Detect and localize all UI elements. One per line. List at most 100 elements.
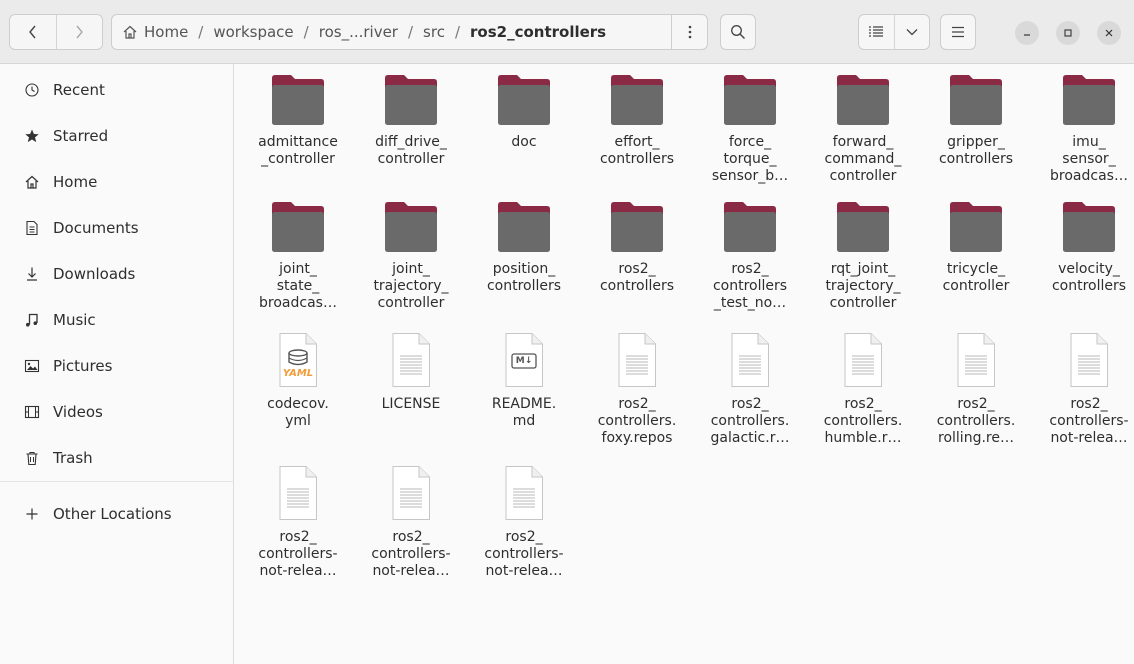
file-name: LICENSE [381,396,441,412]
sidebar-item-label: Pictures [53,357,113,375]
file-item[interactable]: ros2_ controllers- not-relea… [242,465,354,580]
folder-item[interactable]: tricycle_ controller [920,201,1032,295]
sidebar-item-label: Documents [53,219,139,237]
list-view-button[interactable] [859,15,894,49]
back-button[interactable] [10,15,56,49]
sidebar-item-recent[interactable]: Recent [0,70,234,110]
file-icon [844,333,882,387]
breadcrumb-workspace[interactable]: workspace [213,23,293,41]
file-name: joint_ state_ broadcas… [259,261,337,311]
close-icon [1105,29,1113,37]
file-name: effort_ controllers [599,134,675,167]
trash-icon [24,450,40,466]
file-icon [279,466,317,520]
main-menu-button[interactable] [940,14,976,50]
list-view-icon [869,26,884,37]
folder-item[interactable]: forward_ command_ controller [807,74,919,185]
sidebar-item-label: Downloads [53,265,136,283]
file-icon [731,333,769,387]
file-icon [279,333,317,387]
file-name: ros2_ controllers. humble.r… [823,396,903,446]
breadcrumb-home[interactable]: Home [144,23,188,41]
folder-item[interactable]: joint_ trajectory_ controller [355,201,467,312]
file-type-badge: M↓ [515,356,533,366]
file-name: force_ torque_ sensor_b… [711,134,789,184]
folder-icon [950,202,1002,252]
file-item[interactable]: ros2_ controllers. foxy.repos [581,332,693,447]
file-item[interactable]: YAML codecov. yml [242,332,354,430]
sidebar-item-videos[interactable]: Videos [0,392,234,432]
search-icon [731,25,745,39]
sidebar-item-downloads[interactable]: Downloads [0,254,234,294]
folder-icon [498,202,550,252]
folder-item[interactable]: rqt_joint_ trajectory_ controller [807,201,919,312]
home-icon [24,174,40,190]
file-item[interactable]: ros2_ controllers- not-relea… [1033,332,1134,447]
file-item[interactable]: ros2_ controllers- not-relea… [355,465,467,580]
file-icon [505,466,543,520]
file-name: ros2_ controllers. rolling.re… [936,396,1016,446]
path-menu-button[interactable] [672,14,708,50]
file-type-badge: YAML [282,368,314,379]
folder-item[interactable]: joint_ state_ broadcas… [242,201,354,312]
breadcrumb-current[interactable]: ros2_controllers [470,23,606,41]
folder-item[interactable]: imu_ sensor_ broadcas… [1033,74,1134,185]
folder-item[interactable]: admittance _controller [242,74,354,168]
folder-item[interactable]: position_ controllers [468,201,580,295]
file-icon [392,333,430,387]
search-button[interactable] [720,14,756,50]
file-name: position_ controllers [486,261,562,294]
star-icon [24,128,40,144]
sidebar: Recent Starred Home Documents Downloads … [0,64,234,664]
breadcrumb-ros-driver[interactable]: ros_...river [319,23,398,41]
breadcrumb-separator: / [303,23,309,41]
file-item[interactable]: ros2_ controllers- not-relea… [468,465,580,580]
minimize-button[interactable] [1015,21,1039,45]
file-item[interactable]: ros2_ controllers. galactic.r… [694,332,806,447]
folder-icon [1063,202,1115,252]
file-icon [1070,333,1108,387]
sidebar-item-home[interactable]: Home [0,162,234,202]
folder-item[interactable]: force_ torque_ sensor_b… [694,74,806,185]
sidebar-item-documents[interactable]: Documents [0,208,234,248]
sidebar-item-starred[interactable]: Starred [0,116,234,156]
chevron-left-icon [28,25,36,39]
minimize-icon [1024,34,1030,36]
sidebar-item-label: Home [53,173,98,191]
breadcrumb-separator: / [198,23,204,41]
sidebar-item-music[interactable]: Music [0,300,234,340]
file-name: ros2_ controllers- not-relea… [258,529,338,579]
close-button[interactable] [1097,21,1121,45]
folder-item[interactable]: ros2_ controllers _test_no… [694,201,806,312]
folder-item[interactable]: velocity_ controllers [1033,201,1134,295]
clock-icon [24,82,40,98]
file-item[interactable]: ros2_ controllers. humble.r… [807,332,919,447]
file-item[interactable]: LICENSE [355,332,467,413]
plus-icon [24,506,40,522]
sidebar-item-label: Music [53,311,96,329]
file-item[interactable]: M↓ README. md [468,332,580,430]
maximize-button[interactable] [1056,21,1080,45]
breadcrumb-src[interactable]: src [423,23,445,41]
sidebar-item-trash[interactable]: Trash [0,438,234,478]
view-dropdown-button[interactable] [893,15,930,49]
file-name: rqt_joint_ trajectory_ controller [825,261,901,311]
file-item[interactable]: ros2_ controllers. rolling.re… [920,332,1032,447]
file-name: ros2_ controllers [599,261,675,294]
folder-item[interactable]: gripper_ controllers [920,74,1032,168]
vertical-ellipsis-icon [688,25,691,39]
folder-item[interactable]: doc [468,74,580,151]
folder-item[interactable]: ros2_ controllers [581,201,693,295]
forward-button[interactable] [55,15,103,49]
file-name: gripper_ controllers [938,134,1014,167]
folder-icon [498,75,550,125]
folder-icon [950,75,1002,125]
file-name: tricycle_ controller [942,261,1010,294]
file-name: README. md [491,396,557,429]
folder-item[interactable]: effort_ controllers [581,74,693,168]
header-bar: Home / workspace / ros_...river / src / … [0,0,1134,64]
sidebar-item-other-locations[interactable]: Other Locations [0,494,234,534]
sidebar-item-pictures[interactable]: Pictures [0,346,234,386]
folder-item[interactable]: diff_drive_ controller [355,74,467,168]
file-name: codecov. yml [267,396,329,429]
